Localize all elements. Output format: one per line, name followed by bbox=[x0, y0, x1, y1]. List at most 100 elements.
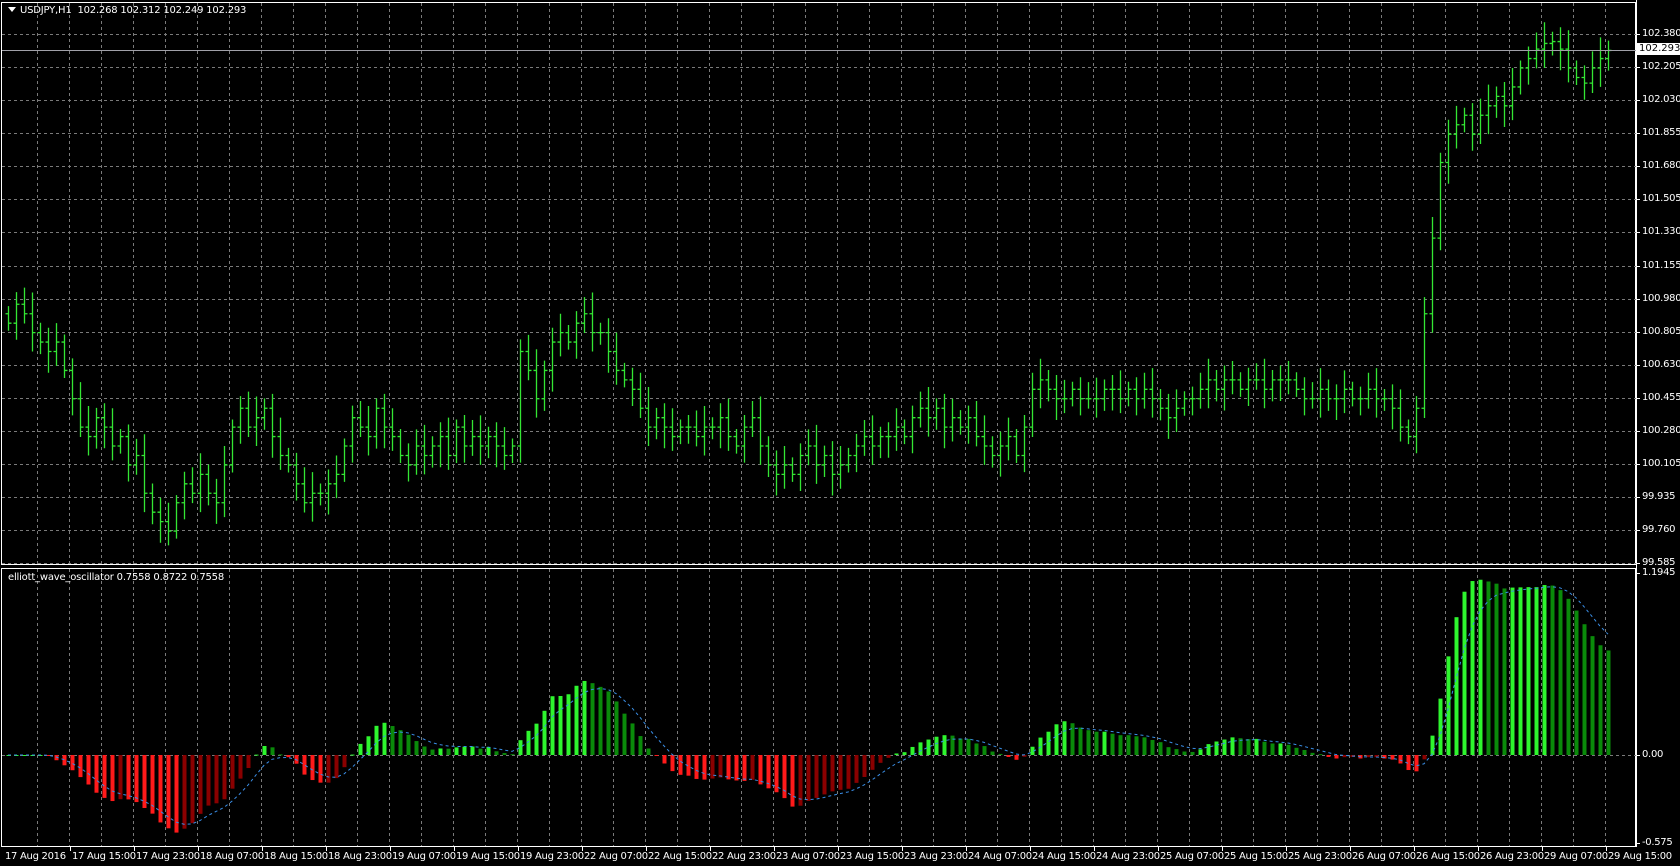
price-bar bbox=[1445, 119, 1452, 184]
osc-bar bbox=[1086, 730, 1091, 755]
price-bar bbox=[717, 403, 724, 449]
osc-bar bbox=[1454, 617, 1459, 755]
price-axis-label: 100.980 bbox=[1642, 292, 1680, 304]
price-bar bbox=[213, 478, 220, 524]
price-bar bbox=[573, 311, 580, 359]
osc-bar bbox=[1590, 636, 1595, 755]
osc-bar bbox=[1494, 583, 1499, 755]
price-bar bbox=[493, 422, 500, 468]
price-bar bbox=[637, 372, 644, 419]
osc-bar bbox=[166, 755, 171, 829]
price-bar bbox=[581, 297, 588, 333]
osc-bar bbox=[246, 755, 251, 769]
price-bar bbox=[1197, 372, 1204, 409]
price-bar bbox=[109, 408, 116, 461]
price-bar bbox=[253, 396, 260, 447]
osc-bar bbox=[278, 754, 283, 756]
osc-bar bbox=[286, 755, 291, 758]
osc-bar bbox=[1150, 739, 1155, 755]
osc-bar bbox=[302, 755, 307, 775]
osc-bar bbox=[1606, 650, 1611, 755]
price-bar bbox=[437, 422, 444, 468]
price-bar bbox=[557, 313, 564, 357]
osc-bar bbox=[1190, 751, 1195, 755]
price-bar bbox=[85, 405, 92, 456]
price-bar bbox=[909, 405, 916, 454]
price-bar bbox=[621, 362, 628, 388]
price-bar bbox=[125, 424, 132, 482]
osc-bar bbox=[846, 755, 851, 789]
price-bar bbox=[397, 429, 404, 464]
price-bar bbox=[917, 391, 924, 428]
osc-bar bbox=[1006, 755, 1011, 757]
price-bar bbox=[693, 410, 700, 447]
price-bar bbox=[1173, 389, 1180, 433]
osc-bar bbox=[1206, 744, 1211, 755]
price-bar bbox=[1253, 363, 1260, 390]
price-bar bbox=[765, 436, 772, 478]
price-bar bbox=[1317, 368, 1324, 418]
price-bar bbox=[221, 446, 228, 518]
price-bar bbox=[1381, 388, 1388, 411]
price-bar bbox=[1397, 389, 1404, 442]
price-bar bbox=[773, 450, 780, 496]
osc-bar bbox=[326, 755, 331, 783]
time-axis-label: 23 Aug 15:00 bbox=[840, 851, 904, 862]
osc-bar bbox=[198, 755, 203, 814]
price-bar bbox=[925, 387, 932, 437]
osc-axis-label: -0.575 bbox=[1642, 836, 1673, 848]
price-bar bbox=[1205, 358, 1212, 409]
osc-bar bbox=[262, 745, 267, 755]
price-bar bbox=[1157, 388, 1164, 421]
chart-canvas[interactable] bbox=[0, 0, 1680, 866]
price-bar bbox=[301, 467, 308, 513]
osc-bar bbox=[806, 755, 811, 801]
price-bar bbox=[101, 403, 108, 449]
price-bar bbox=[1349, 381, 1356, 407]
price-bar bbox=[525, 334, 532, 381]
dropdown-triangle-icon[interactable] bbox=[8, 7, 16, 12]
current-price-label: 102.293 bbox=[1637, 43, 1680, 55]
price-bar bbox=[1221, 365, 1228, 411]
price-bar bbox=[1277, 365, 1284, 402]
price-bar bbox=[1181, 391, 1188, 416]
price-bar bbox=[1085, 382, 1092, 409]
osc-bar bbox=[334, 755, 339, 779]
symbol-label: USDJPY,H1 bbox=[20, 5, 72, 16]
price-bar bbox=[1389, 384, 1396, 430]
osc-bar bbox=[110, 755, 115, 802]
price-bar bbox=[685, 415, 692, 444]
price-bar bbox=[949, 398, 956, 442]
osc-bar bbox=[430, 749, 435, 755]
price-bar bbox=[933, 398, 940, 430]
osc-bar bbox=[214, 755, 219, 804]
osc-bar bbox=[1142, 737, 1147, 755]
osc-bar bbox=[494, 751, 499, 755]
osc-bar bbox=[1278, 743, 1283, 755]
osc-bar bbox=[662, 755, 667, 764]
price-bar bbox=[333, 455, 340, 499]
osc-bar bbox=[1158, 742, 1163, 755]
price-bar bbox=[541, 360, 548, 411]
price-bar bbox=[1517, 60, 1524, 95]
price-bar bbox=[861, 419, 868, 456]
osc-bar bbox=[70, 755, 75, 771]
osc-axis-label: 1.1945 bbox=[1642, 566, 1676, 578]
ohlc-readout: 102.268 102.312 102.249 102.293 bbox=[77, 5, 247, 16]
time-axis-label: 26 Aug 23:00 bbox=[1480, 851, 1544, 862]
indicator-pane-frame bbox=[1, 568, 1636, 847]
price-bar bbox=[1509, 68, 1516, 121]
osc-bar bbox=[62, 755, 67, 766]
price-axis-label: 99.935 bbox=[1642, 490, 1676, 502]
time-axis-label: 25 Aug 23:00 bbox=[1288, 851, 1352, 862]
osc-bar bbox=[414, 741, 419, 755]
price-bar bbox=[1549, 31, 1556, 56]
osc-bar bbox=[1062, 721, 1067, 755]
osc-bar bbox=[1550, 585, 1555, 755]
price-bar bbox=[629, 367, 636, 406]
osc-bar bbox=[1438, 698, 1443, 755]
price-bar bbox=[805, 429, 812, 466]
osc-bar bbox=[646, 748, 651, 755]
osc-bar bbox=[734, 755, 739, 781]
price-bar bbox=[1429, 216, 1436, 333]
